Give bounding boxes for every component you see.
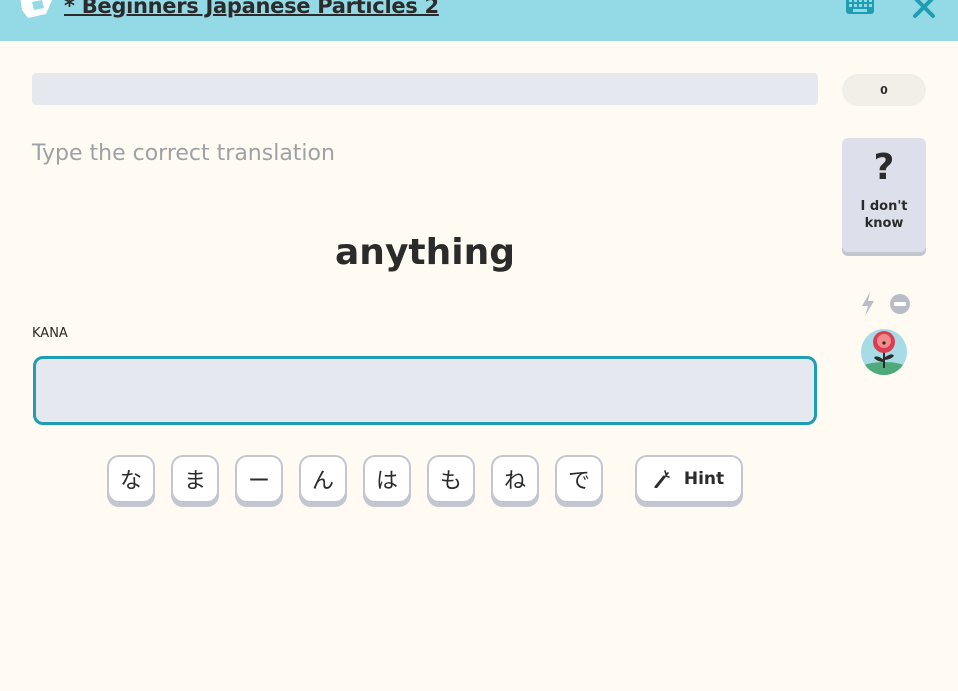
close-icon[interactable] xyxy=(912,0,936,19)
magic-wand-icon xyxy=(654,470,670,488)
i-dont-know-label: I don't know xyxy=(860,199,908,231)
hint-label: Hint xyxy=(683,469,725,489)
logo-icon xyxy=(20,0,52,18)
flower-plant-icon xyxy=(861,329,907,375)
kana-key[interactable]: な xyxy=(107,455,155,503)
keyboard-icon[interactable] xyxy=(845,0,875,16)
top-bar: * Beginners Japanese Particles 2 xyxy=(0,0,958,41)
answer-field-label: KANA xyxy=(32,326,68,341)
question-mark-icon: ? xyxy=(873,147,895,188)
question-prompt: Type the correct translation xyxy=(32,141,335,166)
lightning-bolt-icon[interactable] xyxy=(860,292,876,316)
course-title[interactable]: * Beginners Japanese Particles 2 xyxy=(64,0,439,18)
ignore-minus-icon[interactable] xyxy=(890,294,910,314)
score-counter: 0 xyxy=(842,74,926,106)
kana-key[interactable]: ん xyxy=(299,455,347,503)
kana-key[interactable]: は xyxy=(363,455,411,503)
target-word: anything xyxy=(335,232,515,273)
i-dont-know-button[interactable]: ? I don't know xyxy=(842,138,926,252)
kana-key[interactable]: ー xyxy=(235,455,283,503)
answer-input[interactable] xyxy=(33,356,817,425)
progress-bar xyxy=(32,73,818,105)
hint-button[interactable]: Hint xyxy=(635,455,743,503)
kana-key[interactable]: ま xyxy=(171,455,219,503)
kana-key[interactable]: ね xyxy=(491,455,539,503)
kana-key[interactable]: も xyxy=(427,455,475,503)
kana-key[interactable]: で xyxy=(555,455,603,503)
